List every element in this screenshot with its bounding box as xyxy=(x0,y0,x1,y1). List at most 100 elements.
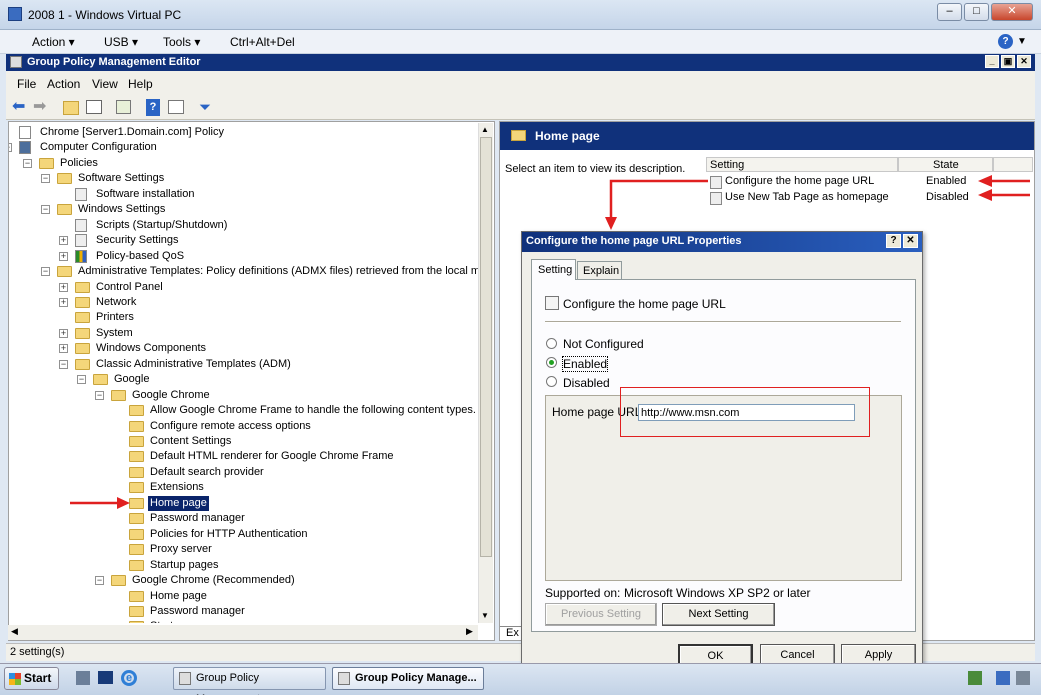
menu-usb[interactable]: USB ▾ xyxy=(104,35,138,49)
menu-help[interactable]: Help xyxy=(128,77,153,91)
tree-item[interactable]: Extensions xyxy=(9,480,478,495)
radio-disabled[interactable] xyxy=(546,376,557,387)
tree-horizontal-scrollbar[interactable]: ◀ ▶ xyxy=(8,625,478,640)
column-header-state[interactable]: State xyxy=(898,157,993,172)
tree-item[interactable]: Home page xyxy=(9,589,478,604)
scroll-left-arrow-icon[interactable]: ◀ xyxy=(11,626,18,637)
tree-item[interactable]: Allow Google Chrome Frame to handle the … xyxy=(9,403,478,418)
tree-item[interactable]: Printers xyxy=(9,310,478,325)
expand-icon[interactable]: + xyxy=(59,344,68,354)
scroll-right-arrow-icon[interactable]: ▶ xyxy=(466,626,473,637)
close-button[interactable]: ✕ xyxy=(991,3,1033,21)
tree-item[interactable]: − Google Chrome xyxy=(9,388,478,403)
column-header-setting[interactable]: Setting xyxy=(706,157,898,172)
export-list-icon[interactable] xyxy=(116,100,131,114)
internet-explorer-icon[interactable]: e xyxy=(121,670,137,686)
start-button[interactable]: Start xyxy=(4,667,59,690)
dialog-close-button[interactable]: ✕ xyxy=(903,234,918,248)
tree-item[interactable]: Chrome [Server1.Domain.com] Policy xyxy=(9,125,478,140)
filter-icon[interactable]: ⏷ xyxy=(199,99,217,117)
taskbar-item-gpme[interactable]: Group Policy Manage... xyxy=(332,667,484,690)
tree-item[interactable]: − Administrative Templates: Policy defini… xyxy=(9,264,478,279)
tray-action-center-icon[interactable] xyxy=(968,671,982,685)
tab-explain[interactable]: Explain xyxy=(577,261,622,280)
radio-enabled-label[interactable]: Enabled xyxy=(561,356,609,372)
collapse-icon[interactable]: − xyxy=(77,375,86,385)
tree-item[interactable]: − Policies xyxy=(9,156,478,171)
menu-action-gpme[interactable]: Action xyxy=(47,77,80,91)
radio-not-configured[interactable] xyxy=(546,338,557,349)
tree-item[interactable]: Default HTML renderer for Google Chrome … xyxy=(9,449,478,464)
tree-item[interactable]: Software installation xyxy=(9,187,478,202)
gpme-close-button[interactable]: ✕ xyxy=(1017,55,1031,68)
chevron-down-icon[interactable]: ▼ xyxy=(1017,36,1027,47)
tree-item[interactable]: − Computer Configuration xyxy=(9,140,478,155)
forward-arrow-icon[interactable]: ➡ xyxy=(33,99,51,117)
tree-item[interactable]: Startup pages xyxy=(9,619,478,623)
tree-item[interactable]: + Network xyxy=(9,295,478,310)
collapse-icon[interactable]: − xyxy=(9,143,12,153)
minimize-button[interactable]: – xyxy=(937,3,962,21)
collapse-icon[interactable]: − xyxy=(41,267,50,277)
tab-setting[interactable]: Setting xyxy=(531,259,576,280)
tree-item[interactable]: − Google xyxy=(9,372,478,387)
table-row[interactable]: Use New Tab Page as homepage Disabled xyxy=(708,191,1028,206)
collapse-icon[interactable]: − xyxy=(23,158,32,168)
tray-network-icon[interactable] xyxy=(996,671,1010,685)
tree-item[interactable]: Content Settings xyxy=(9,434,478,449)
menu-action[interactable]: Action ▾ xyxy=(32,35,75,49)
menu-view[interactable]: View xyxy=(92,77,118,91)
dialog-help-button[interactable]: ? xyxy=(886,234,901,248)
scroll-down-arrow-icon[interactable]: ▼ xyxy=(481,611,489,620)
help-book-icon[interactable]: ? xyxy=(146,99,160,116)
tree-item[interactable]: − Classic Administrative Templates (ADM) xyxy=(9,357,478,372)
tree-item[interactable]: Password manager xyxy=(9,604,478,619)
collapse-icon[interactable]: − xyxy=(95,576,104,586)
tree-item[interactable]: + System xyxy=(9,326,478,341)
expand-icon[interactable]: + xyxy=(59,282,68,292)
tree-item[interactable]: Home page xyxy=(9,495,478,511)
expand-icon[interactable]: + xyxy=(59,236,68,246)
tree-item[interactable]: + Policy-based QoS xyxy=(9,249,478,264)
up-folder-icon[interactable] xyxy=(63,101,79,115)
show-hide-tree-icon[interactable] xyxy=(86,100,102,114)
taskbar-item-gpm[interactable]: Group Policy Management xyxy=(173,667,326,695)
tree-item[interactable]: − Google Chrome (Recommended) xyxy=(9,573,478,588)
maximize-button[interactable]: □ xyxy=(964,3,989,21)
collapse-icon[interactable]: − xyxy=(95,390,104,400)
collapse-icon[interactable]: − xyxy=(41,205,50,215)
help-icon[interactable]: ? xyxy=(998,34,1013,49)
tree-item[interactable]: + Control Panel xyxy=(9,280,478,295)
powershell-icon[interactable] xyxy=(98,671,113,684)
radio-enabled[interactable] xyxy=(546,357,557,368)
tree-item[interactable]: + Security Settings xyxy=(9,233,478,248)
radio-disabled-label[interactable]: Disabled xyxy=(563,376,610,390)
radio-not-configured-label[interactable]: Not Configured xyxy=(563,337,644,351)
menu-ctrl-alt-del[interactable]: Ctrl+Alt+Del xyxy=(230,35,295,49)
tree-item[interactable]: Proxy server xyxy=(9,542,478,557)
gpme-restore-button[interactable]: ▣ xyxy=(1001,55,1015,68)
tab-extended[interactable]: Ex xyxy=(500,626,522,640)
tree-item[interactable]: − Software Settings xyxy=(9,171,478,186)
tree-item[interactable]: Password manager xyxy=(9,511,478,526)
gpme-minimize-button[interactable]: _ xyxy=(985,55,999,68)
tree-item[interactable]: + Windows Components xyxy=(9,341,478,356)
table-row[interactable]: Configure the home page URL Enabled xyxy=(708,175,1028,190)
expand-icon[interactable]: + xyxy=(59,328,68,338)
tree-item[interactable]: Scripts (Startup/Shutdown) xyxy=(9,218,478,233)
collapse-icon[interactable]: − xyxy=(41,174,50,184)
properties-icon[interactable] xyxy=(168,100,184,114)
expand-icon[interactable]: + xyxy=(59,251,68,261)
scroll-thumb[interactable] xyxy=(480,137,492,557)
tray-volume-icon[interactable] xyxy=(1016,671,1030,685)
previous-setting-button[interactable]: Previous Setting xyxy=(545,603,657,626)
tree-item[interactable]: Startup pages xyxy=(9,558,478,573)
back-arrow-icon[interactable]: ⬅ xyxy=(12,99,30,117)
tree-item[interactable]: Default search provider xyxy=(9,465,478,480)
tree-item[interactable]: Policies for HTTP Authentication xyxy=(9,527,478,542)
scroll-up-arrow-icon[interactable]: ▲ xyxy=(481,125,489,134)
menu-tools[interactable]: Tools ▾ xyxy=(163,35,200,49)
expand-icon[interactable]: + xyxy=(59,297,68,307)
next-setting-button[interactable]: Next Setting xyxy=(662,603,775,626)
server-manager-icon[interactable] xyxy=(76,671,90,685)
